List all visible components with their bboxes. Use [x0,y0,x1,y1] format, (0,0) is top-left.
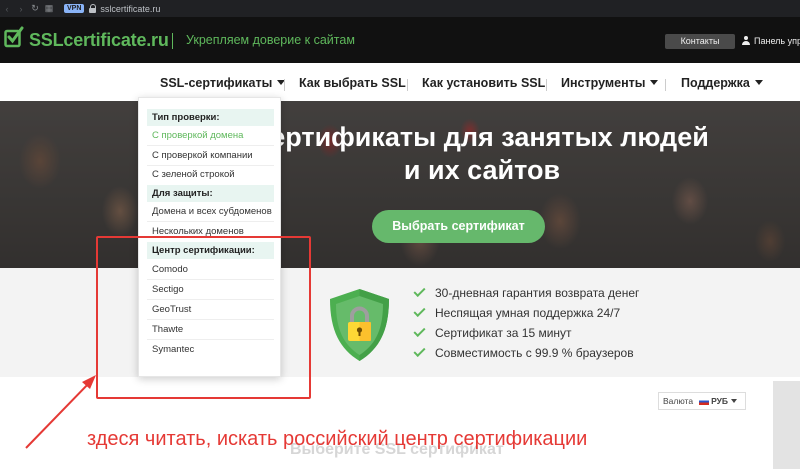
check-icon [413,344,426,358]
shield-lock-icon [330,289,389,361]
feature-text: 30-дневная гарантия возврата денег [435,286,640,300]
nav-item-support[interactable]: Поддержка [681,76,763,90]
control-panel-link[interactable]: Панель управления [742,36,800,46]
tagline-divider [172,33,173,49]
check-icon [413,304,426,318]
nav-label: Инструменты [561,76,646,90]
caret-down-icon [731,399,738,403]
nav-item-tools[interactable]: Инструменты [561,76,659,90]
currency-value: РУБ [711,396,729,406]
feature-item: Сертификат за 15 минут [413,324,572,340]
contacts-button[interactable]: Контакты [665,34,735,49]
back-arrow-icon[interactable]: ‹ [0,4,14,14]
feature-item: 30-дневная гарантия возврата денег [413,284,640,300]
feature-text: Неспящая умная поддержка 24/7 [435,306,621,320]
caret-down-icon [754,80,763,85]
page: ‹ › ↻ ▦ VPN sslcertificate.ru SSLcertifi… [0,0,800,469]
browser-toolbar: ‹ › ↻ ▦ VPN sslcertificate.ru [0,0,800,17]
menu-item-domain-validation[interactable]: С проверкой домена [147,126,274,146]
menu-item-wildcard[interactable]: Домена и всех субдоменов [147,202,274,222]
nav-item-how-to-choose[interactable]: Как выбрать SSL [299,76,406,90]
check-icon [413,284,426,298]
main-nav: SSL-сертификаты Как выбрать SSL Как уста… [0,63,800,101]
vpn-badge[interactable]: VPN [64,4,85,13]
nav-item-how-to-install[interactable]: Как установить SSL [422,76,545,90]
menu-item-extended-validation[interactable]: С зеленой строкой [147,165,274,185]
hero-title: сертификаты для занятых людей и их сайто… [255,122,709,185]
nav-item-ssl-certificates[interactable]: SSL-сертификаты [160,76,286,90]
feature-item: Совместимость с 99.9 % браузеров [413,344,634,360]
menu-heading-protection: Для защиты: [147,185,274,202]
choose-certificate-button[interactable]: Выбрать сертификат [372,210,545,243]
site-tagline: Укрепляем доверие к сайтам [186,33,355,47]
nav-divider [407,79,408,91]
nav-divider [546,79,547,91]
site-logo[interactable]: SSLcertificate.ru [29,30,169,51]
caret-down-icon [650,80,659,85]
feature-text: Сертификат за 15 минут [435,326,572,340]
control-panel-label: Панель управления [754,36,800,46]
feature-text: Совместимость с 99.9 % браузеров [435,346,634,360]
check-icon [413,324,426,338]
logo-check-icon[interactable] [4,26,24,48]
nav-divider [284,79,285,91]
annotation-note: здеся читать, искать российский центр се… [87,428,588,450]
address-bar-url[interactable]: sslcertificate.ru [100,4,160,14]
annotation-highlight-box [96,236,311,399]
flag-ru-icon [699,398,710,405]
menu-item-organization-validation[interactable]: С проверкой компании [147,146,274,166]
reload-icon[interactable]: ↻ [28,3,42,14]
currency-selector[interactable]: Валюта РУБ [658,392,746,410]
lock-icon[interactable] [89,3,97,14]
forward-arrow-icon[interactable]: › [14,4,28,14]
nav-divider [665,79,666,91]
site-header: SSLcertificate.ru Укрепляем доверие к са… [0,17,800,63]
menu-heading-validation-type: Тип проверки: [147,109,274,126]
side-panel-edge [773,381,800,469]
user-icon [742,36,750,45]
feature-item: Неспящая умная поддержка 24/7 [413,304,621,320]
nav-label: Как установить SSL [422,76,546,90]
currency-label: Валюта [663,396,694,406]
nav-label: SSL-сертификаты [160,76,273,90]
nav-label: Поддержка [681,76,750,90]
apps-grid-icon[interactable]: ▦ [42,3,56,14]
nav-label: Как выбрать SSL [299,76,406,90]
